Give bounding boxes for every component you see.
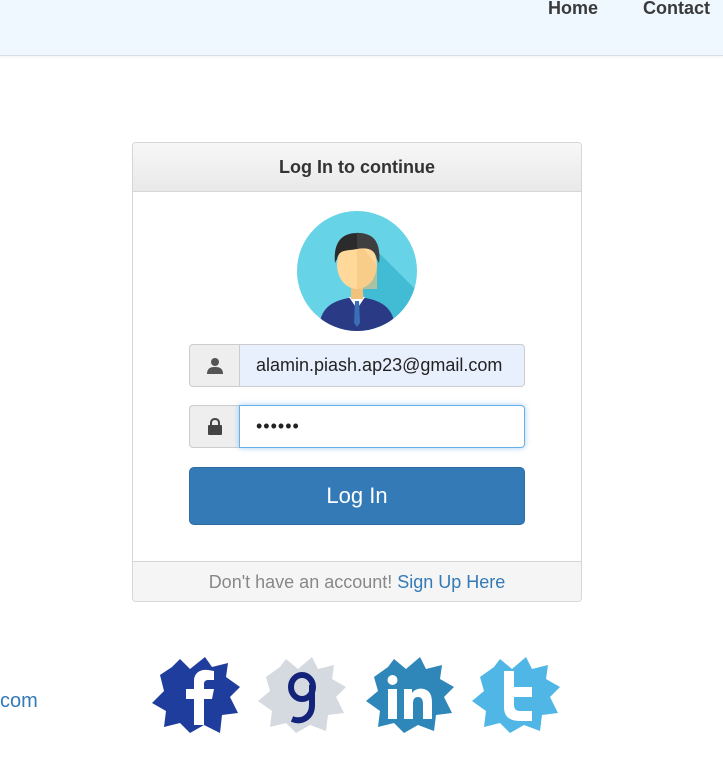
password-input-group [189,405,525,448]
nav-contact-link[interactable]: Contact [643,0,710,19]
user-icon [189,344,239,387]
facebook-icon[interactable] [150,655,242,735]
linkedin-icon[interactable] [364,655,456,735]
google-icon[interactable] [256,655,348,735]
panel-footer: Don't have an account! Sign Up Here [133,561,581,601]
panel-title: Log In to continue [133,143,581,192]
top-navbar: Home Contact [0,0,723,56]
login-button[interactable]: Log In [189,467,525,525]
sign-up-link[interactable]: Sign Up Here [397,572,505,592]
email-field[interactable] [239,344,525,387]
partial-link[interactable]: com [0,690,38,713]
email-input-group [189,344,525,387]
footer-text: Don't have an account! [208,572,398,592]
login-panel: Log In to continue Log In Don't have an … [132,142,582,602]
nav-home-link[interactable]: Home [548,0,598,19]
lock-icon [189,405,239,448]
twitter-icon[interactable] [470,655,562,735]
password-field[interactable] [239,405,525,448]
user-avatar-icon [297,211,417,331]
